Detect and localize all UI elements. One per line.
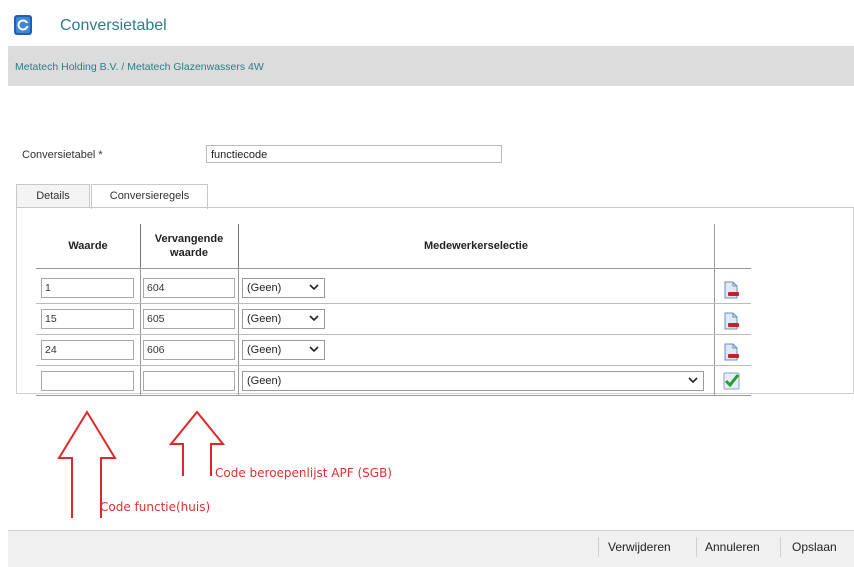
row-divider bbox=[36, 334, 751, 335]
window: Conversietabel Metatech Holding B.V. / M… bbox=[8, 8, 854, 567]
row-divider bbox=[36, 365, 751, 366]
waarde-input[interactable]: 1 bbox=[41, 278, 134, 298]
select-value: (Geen) bbox=[247, 344, 282, 356]
header-vervangende-waarde: Vervangende waarde bbox=[140, 224, 238, 267]
delete-row-icon[interactable] bbox=[723, 281, 739, 299]
page-title: Conversietabel bbox=[60, 17, 167, 34]
vervangende-input[interactable]: 606 bbox=[143, 340, 235, 360]
medewerker-select[interactable]: (Geen) bbox=[242, 278, 325, 298]
breadcrumb-bar: Metatech Holding B.V. / Metatech Glazenw… bbox=[8, 46, 854, 86]
header-vervangende-line2: waarde bbox=[170, 246, 208, 259]
select-value: (Geen) bbox=[247, 282, 282, 294]
col-divider bbox=[140, 224, 141, 268]
footer-separator bbox=[696, 537, 697, 557]
col-divider bbox=[714, 268, 715, 395]
col-divider bbox=[238, 224, 239, 268]
cancel-button[interactable]: Annuleren bbox=[705, 540, 760, 554]
footer-separator bbox=[598, 537, 599, 557]
chevron-down-icon bbox=[309, 315, 319, 322]
app-logo-icon bbox=[14, 15, 32, 35]
tab-conversieregels[interactable]: Conversieregels bbox=[91, 184, 208, 209]
medewerker-select[interactable]: (Geen) bbox=[242, 340, 325, 360]
col-divider bbox=[140, 268, 141, 395]
chevron-down-icon bbox=[688, 377, 698, 384]
conversietabel-input[interactable]: functiecode bbox=[206, 145, 502, 163]
header-vervangende-line1: Vervangende bbox=[154, 232, 224, 245]
col-divider bbox=[714, 224, 715, 268]
footer-bar: Verwijderen Annuleren Opslaan bbox=[8, 530, 854, 567]
annotation-functie: Code functie(huis) bbox=[100, 500, 211, 514]
delete-row-icon[interactable] bbox=[723, 312, 739, 330]
waarde-input[interactable]: 15 bbox=[41, 309, 134, 329]
annotation-apf: Code beroepenlijst APF (SGB) bbox=[215, 466, 392, 480]
medewerker-select[interactable]: (Geen) bbox=[242, 309, 325, 329]
header-medewerkerselectie: Medewerkerselectie bbox=[424, 239, 528, 252]
header-waarde: Waarde bbox=[68, 239, 108, 252]
title-bar: Conversietabel bbox=[8, 8, 854, 46]
chevron-down-icon bbox=[309, 346, 319, 353]
waarde-input[interactable]: 24 bbox=[41, 340, 134, 360]
delete-row-icon[interactable] bbox=[723, 343, 739, 361]
chevron-down-icon bbox=[309, 284, 319, 291]
row-divider bbox=[36, 303, 751, 304]
col-divider bbox=[238, 268, 239, 395]
save-button[interactable]: Opslaan bbox=[792, 540, 837, 554]
select-value: (Geen) bbox=[247, 375, 282, 387]
breadcrumb[interactable]: Metatech Holding B.V. / Metatech Glazenw… bbox=[15, 61, 264, 73]
tab-details[interactable]: Details bbox=[16, 184, 90, 207]
row-divider bbox=[36, 268, 751, 269]
vervangende-input[interactable]: 605 bbox=[143, 309, 235, 329]
footer-separator bbox=[780, 537, 781, 557]
vervangende-input[interactable]: 604 bbox=[143, 278, 235, 298]
select-value: (Geen) bbox=[247, 313, 282, 325]
conversietabel-label: Conversietabel * bbox=[22, 149, 103, 161]
delete-button[interactable]: Verwijderen bbox=[608, 540, 671, 554]
